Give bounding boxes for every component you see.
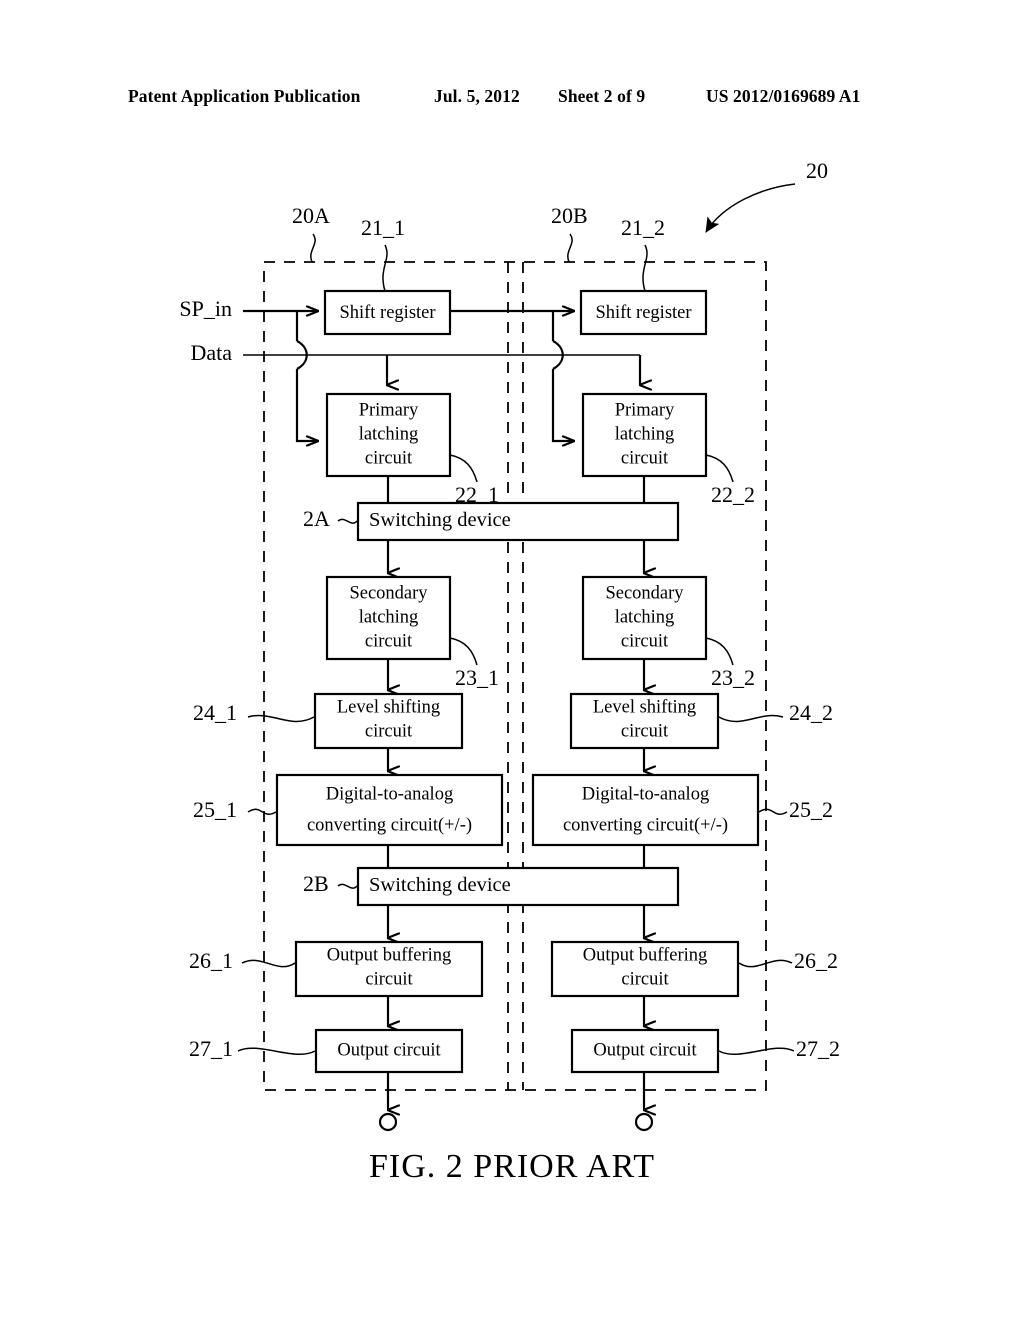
block-level-shifting-1-line1: Level shifting bbox=[337, 697, 440, 717]
ref-25_1-leader bbox=[247, 808, 277, 815]
ref-24_2-leader bbox=[718, 714, 784, 723]
ref-27_1-leader bbox=[237, 1047, 316, 1056]
ref-27_1-label: 27_1 bbox=[189, 1036, 233, 1061]
input-label-sp-in: SP_in bbox=[179, 296, 232, 321]
ref-26_1-leader bbox=[241, 959, 296, 968]
block-primary-latching-1-line1: Primary bbox=[359, 400, 419, 420]
block-dac-1-line2: converting circuit(+/-) bbox=[307, 815, 472, 835]
block-output-circuit-1-label: Output circuit bbox=[337, 1040, 441, 1060]
block-dac-2-line2: converting circuit(+/-) bbox=[563, 815, 728, 835]
block-output-buffering-1-line1: Output buffering bbox=[327, 945, 452, 965]
ref-21_2-label: 21_2 bbox=[621, 215, 665, 240]
figure-caption: FIG. 2 PRIOR ART bbox=[368, 1148, 655, 1185]
ref-2B-leader bbox=[337, 883, 358, 889]
block-secondary-latching-2-line2: latching bbox=[615, 607, 675, 627]
ref-25_2-leader bbox=[758, 808, 788, 815]
ref-22_1-leader bbox=[449, 454, 478, 483]
block-primary-latching-2-line2: latching bbox=[615, 424, 675, 444]
block-level-shifting-2-line2: circuit bbox=[621, 721, 669, 741]
ref-2B-label: 2B bbox=[303, 871, 329, 896]
ref-2A-leader bbox=[337, 518, 358, 524]
ref-20-leader bbox=[705, 183, 796, 233]
patent-figure-page: Patent Application Publication Jul. 5, 2… bbox=[0, 0, 1024, 1320]
ref-21_2-leader bbox=[642, 244, 648, 292]
ref-25_2-label: 25_2 bbox=[789, 797, 833, 822]
block-output-buffering-1-line2: circuit bbox=[365, 969, 413, 989]
ref-23_1-label: 23_1 bbox=[455, 665, 499, 690]
block-primary-latching-2-line3: circuit bbox=[621, 448, 669, 468]
block-secondary-latching-1-line3: circuit bbox=[365, 631, 413, 651]
block-secondary-latching-1-line1: Secondary bbox=[349, 583, 428, 603]
ref-25_1-label: 25_1 bbox=[193, 797, 237, 822]
block-secondary-latching-1-line2: latching bbox=[359, 607, 419, 627]
block-dac-2-line1: Digital-to-analog bbox=[582, 784, 709, 804]
ref-23_2-leader bbox=[705, 637, 734, 666]
block-primary-latching-2-line1: Primary bbox=[615, 400, 675, 420]
block-level-shifting-2-line1: Level shifting bbox=[593, 697, 696, 717]
ref-20B-label: 20B bbox=[551, 203, 588, 228]
ref-23_1-leader bbox=[449, 637, 478, 666]
output-terminal-2 bbox=[634, 1112, 654, 1132]
wire-sp-in-branch-2-bottom bbox=[551, 369, 574, 441]
ref-20B-leader bbox=[567, 233, 573, 263]
block-secondary-latching-2-line3: circuit bbox=[621, 631, 669, 651]
wire-sp-in-branch-1-bottom bbox=[295, 369, 318, 441]
output-terminal-1 bbox=[378, 1112, 398, 1132]
block-level-shifting-1-line2: circuit bbox=[365, 721, 413, 741]
ref-22_2-leader bbox=[705, 454, 734, 483]
block-shift-register-1-label: Shift register bbox=[339, 303, 435, 323]
block-secondary-latching-2-line1: Secondary bbox=[605, 583, 684, 603]
ref-2A-label: 2A bbox=[303, 506, 330, 531]
ref-20A-leader bbox=[310, 233, 316, 263]
ref-20-label: 20 bbox=[806, 158, 828, 183]
block-diagram: 20 20A 20B 21_1 21_2 SP_in Shift registe… bbox=[179, 158, 840, 1132]
ref-21_1-leader bbox=[382, 244, 388, 292]
ref-20A-label: 20A bbox=[292, 203, 330, 228]
block-switching-device-a-label: Switching device bbox=[369, 509, 511, 531]
ref-24_2-label: 24_2 bbox=[789, 700, 833, 725]
ref-26_2-label: 26_2 bbox=[794, 948, 838, 973]
ref-26_1-label: 26_1 bbox=[189, 948, 233, 973]
block-primary-latching-1-line2: latching bbox=[359, 424, 419, 444]
input-label-data: Data bbox=[190, 340, 232, 365]
block-output-buffering-2-line1: Output buffering bbox=[583, 945, 708, 965]
ref-21_1-label: 21_1 bbox=[361, 215, 405, 240]
ref-24_1-label: 24_1 bbox=[193, 700, 237, 725]
ref-24_1-leader bbox=[247, 714, 315, 723]
block-switching-device-b-label: Switching device bbox=[369, 874, 511, 896]
block-dac-1-line1: Digital-to-analog bbox=[326, 784, 453, 804]
ref-27_2-label: 27_2 bbox=[796, 1036, 840, 1061]
ref-22_2-label: 22_2 bbox=[711, 482, 755, 507]
block-shift-register-2-label: Shift register bbox=[595, 303, 691, 323]
block-output-circuit-2-label: Output circuit bbox=[593, 1040, 697, 1060]
block-output-buffering-2-line2: circuit bbox=[621, 969, 669, 989]
ref-23_2-label: 23_2 bbox=[711, 665, 755, 690]
ref-27_2-leader bbox=[718, 1047, 795, 1056]
block-primary-latching-1-line3: circuit bbox=[365, 448, 413, 468]
